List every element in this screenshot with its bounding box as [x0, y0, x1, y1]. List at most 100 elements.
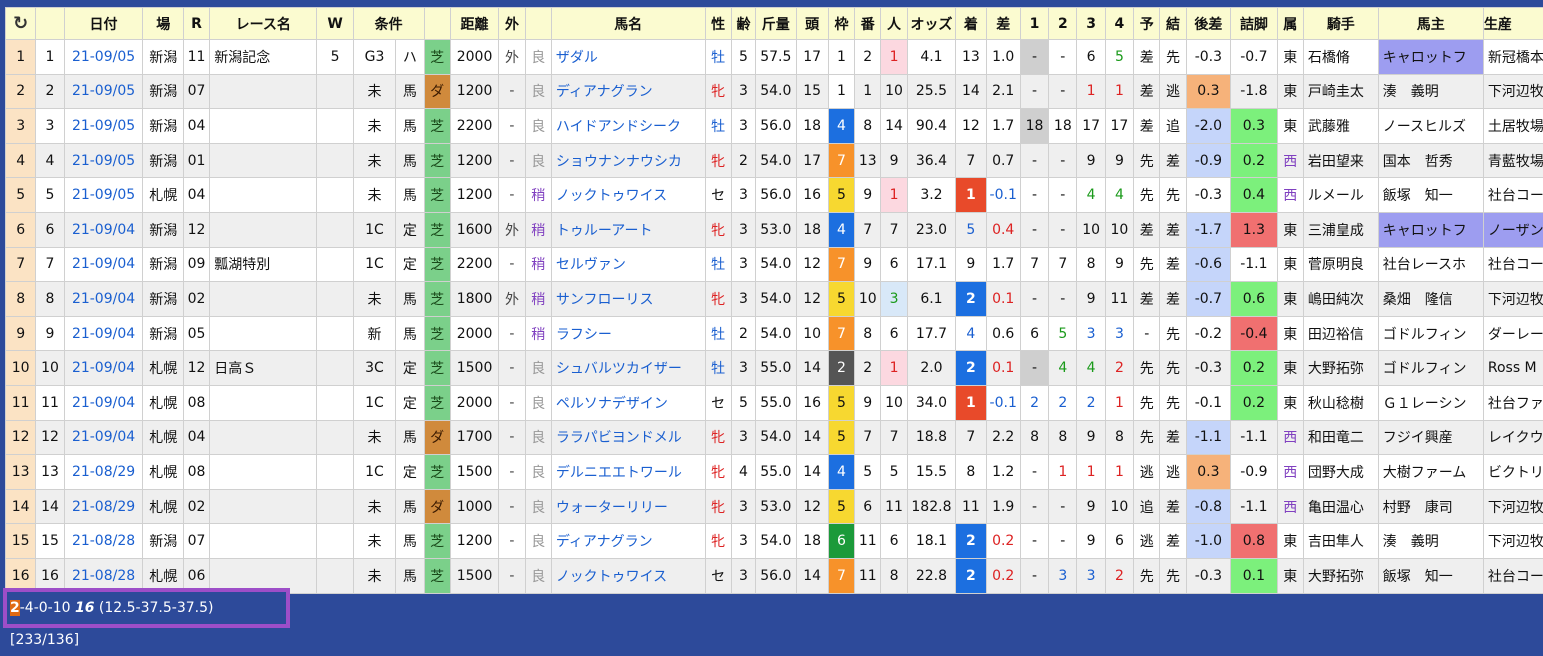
col-horse[interactable]: 馬名	[551, 8, 705, 40]
going: 良	[525, 558, 551, 593]
col-last[interactable]: 詰脚	[1231, 8, 1278, 40]
jockey-name: 三浦皇成	[1303, 212, 1378, 247]
horse-age: 3	[731, 524, 755, 559]
actual-style: 逃	[1160, 455, 1186, 490]
table-row[interactable]: 121221-09/04札幌04未馬ダ1700-良ララパビヨンドメル牝354.0…	[6, 420, 1543, 455]
horse-name-link[interactable]: ウォーターリリー	[551, 489, 705, 524]
refresh-icon[interactable]: ↻	[13, 13, 28, 34]
race-date-link[interactable]: 21-09/05	[64, 74, 143, 109]
actual-style: 差	[1160, 420, 1186, 455]
race-date-link[interactable]: 21-09/04	[64, 212, 143, 247]
race-date-link[interactable]: 21-08/29	[64, 455, 143, 490]
finish-position: 2	[956, 282, 986, 317]
table-row[interactable]: 8821-09/04新潟02未馬芝1800外稍サンフローリス牝354.01251…	[6, 282, 1543, 317]
table-row[interactable]: 111121-09/04札幌081C定芝2000-良ペルソナデザインセ555.0…	[6, 385, 1543, 420]
stable-region: 東	[1277, 247, 1303, 282]
surface: ダ	[424, 489, 450, 524]
col-zoku[interactable]: 属	[1277, 8, 1303, 40]
race-date-link[interactable]: 21-09/04	[64, 351, 143, 386]
horse-name-link[interactable]: ノックトゥワイス	[551, 558, 705, 593]
time-diff: -0.1	[986, 385, 1020, 420]
col-c3[interactable]: 3	[1077, 8, 1105, 40]
race-date-link[interactable]: 21-09/04	[64, 420, 143, 455]
col-c4[interactable]: 4	[1105, 8, 1133, 40]
table-row[interactable]: 5521-09/05札幌04未馬芝1200-稍ノックトゥワイスセ356.0165…	[6, 178, 1543, 213]
col-yo[interactable]: 予	[1134, 8, 1160, 40]
col-finish[interactable]: 着	[956, 8, 986, 40]
col-place[interactable]: 場	[143, 8, 183, 40]
horse-name-link[interactable]: ザダル	[551, 40, 705, 75]
table-row[interactable]: 6621-09/04新潟121C定芝1600外稍トゥルーアート牝353.0184…	[6, 212, 1543, 247]
col-sex[interactable]: 性	[705, 8, 731, 40]
race-date-link[interactable]: 21-09/04	[64, 282, 143, 317]
race-date-link[interactable]: 21-09/04	[64, 316, 143, 351]
table-row[interactable]: 9921-09/04新潟05新馬芝2000-稍ラフシー牡254.01078617…	[6, 316, 1543, 351]
col-owner[interactable]: 馬主	[1378, 8, 1483, 40]
col-age[interactable]: 齢	[731, 8, 755, 40]
col-out[interactable]: 外	[499, 8, 525, 40]
race-date-link[interactable]: 21-09/05	[64, 178, 143, 213]
race-date-link[interactable]: 21-08/28	[64, 524, 143, 559]
race-date-link[interactable]: 21-09/04	[64, 385, 143, 420]
col-diff[interactable]: 差	[986, 8, 1020, 40]
race-name	[210, 385, 317, 420]
col-weight[interactable]: 斤量	[756, 8, 796, 40]
table-row[interactable]: 101021-09/04札幌12日高Ｓ3C定芝1500-良シュバルツカイザー牡3…	[6, 351, 1543, 386]
horse-name-link[interactable]: ディアナグラン	[551, 74, 705, 109]
horse-sex: 牝	[705, 524, 731, 559]
col-r[interactable]: R	[183, 8, 209, 40]
forecast-style: 差	[1134, 74, 1160, 109]
horse-name-link[interactable]: ノックトゥワイス	[551, 178, 705, 213]
horse-name-link[interactable]: ペルソナデザイン	[551, 385, 705, 420]
col-c2[interactable]: 2	[1049, 8, 1077, 40]
col-breeder[interactable]: 生産	[1483, 8, 1543, 40]
col-pop[interactable]: 人	[881, 8, 907, 40]
horse-name-link[interactable]: トゥルーアート	[551, 212, 705, 247]
race-date-link[interactable]: 21-09/04	[64, 247, 143, 282]
table-row[interactable]: 3321-09/05新潟04未馬芝2200-良ハイドアンドシーク牡356.018…	[6, 109, 1543, 144]
col-ban[interactable]: 番	[855, 8, 881, 40]
reload-button[interactable]: ↻	[6, 8, 36, 40]
col-w[interactable]: W	[317, 8, 353, 40]
table-row[interactable]: 141421-08/29札幌02未馬ダ1000-良ウォーターリリー牝353.01…	[6, 489, 1543, 524]
table-row[interactable]: 131321-08/29札幌081C定芝1500-良デルニエエトワール牝455.…	[6, 455, 1543, 490]
horse-name-link[interactable]: セルヴァン	[551, 247, 705, 282]
corner-3: 10	[1077, 212, 1105, 247]
breeder-name: 下河辺牧	[1483, 524, 1543, 559]
table-row[interactable]: 4421-09/05新潟01未馬芝1200-良ショウナンナウシカ牝254.017…	[6, 143, 1543, 178]
horse-name-link[interactable]: サンフローリス	[551, 282, 705, 317]
race-date-link[interactable]: 21-09/05	[64, 40, 143, 75]
corner-3: 1	[1077, 74, 1105, 109]
table-row[interactable]: 7721-09/04新潟09瓢湖特別1C定芝2200-稍セルヴァン牡354.01…	[6, 247, 1543, 282]
horse-name-link[interactable]: ラフシー	[551, 316, 705, 351]
horse-name-link[interactable]: ショウナンナウシカ	[551, 143, 705, 178]
col-dist[interactable]: 距離	[450, 8, 499, 40]
horse-name-link[interactable]: ララパビヨンドメル	[551, 420, 705, 455]
race-date-link[interactable]: 21-09/05	[64, 109, 143, 144]
surface: 芝	[424, 282, 450, 317]
race-date-link[interactable]: 21-08/29	[64, 489, 143, 524]
horse-number: 8	[855, 109, 881, 144]
col-race[interactable]: レース名	[210, 8, 317, 40]
col-ago[interactable]: 後差	[1186, 8, 1230, 40]
race-date-link[interactable]: 21-09/05	[64, 143, 143, 178]
field-size: 14	[796, 420, 828, 455]
col-date[interactable]: 日付	[64, 8, 143, 40]
course-out: 外	[499, 212, 525, 247]
table-row[interactable]: 1121-09/05新潟11新潟記念5G3ハ芝2000外良ザダル牡557.517…	[6, 40, 1543, 75]
col-c1[interactable]: 1	[1020, 8, 1048, 40]
col-ketsu[interactable]: 結	[1160, 8, 1186, 40]
race-class: 未	[353, 74, 395, 109]
col-waku[interactable]: 枠	[828, 8, 854, 40]
col-jockey[interactable]: 騎手	[1303, 8, 1378, 40]
col-cond[interactable]: 条件	[353, 8, 424, 40]
forecast-style: 差	[1134, 282, 1160, 317]
col-heads[interactable]: 頭	[796, 8, 828, 40]
table-row[interactable]: 2221-09/05新潟07未馬ダ1200-良ディアナグラン牝354.01511…	[6, 74, 1543, 109]
horse-name-link[interactable]: ハイドアンドシーク	[551, 109, 705, 144]
col-odds[interactable]: オッズ	[907, 8, 956, 40]
table-row[interactable]: 151521-08/28新潟07未馬芝1200-良ディアナグラン牝354.018…	[6, 524, 1543, 559]
horse-name-link[interactable]: デルニエエトワール	[551, 455, 705, 490]
horse-name-link[interactable]: シュバルツカイザー	[551, 351, 705, 386]
horse-name-link[interactable]: ディアナグラン	[551, 524, 705, 559]
